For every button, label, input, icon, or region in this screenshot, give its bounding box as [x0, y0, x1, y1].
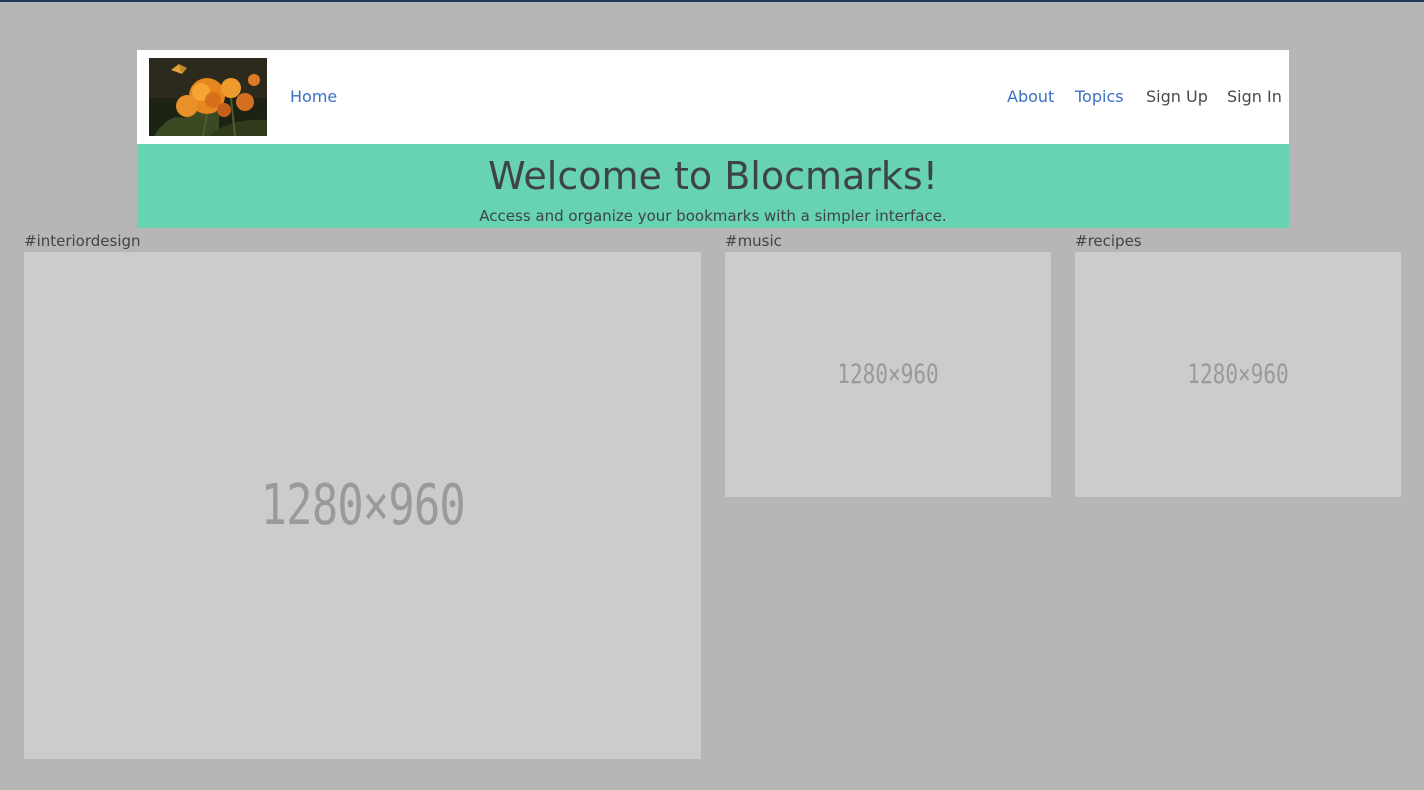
topic-title[interactable]: #recipes — [1075, 230, 1401, 252]
topic-card-music: #music 1280×960 — [725, 230, 1051, 497]
topic-thumbnail[interactable]: 1280×960 — [1075, 252, 1401, 497]
topic-thumbnail[interactable]: 1280×960 — [24, 252, 701, 759]
topic-title[interactable]: #interiordesign — [24, 230, 701, 252]
nav-about-link[interactable]: About — [1007, 86, 1054, 108]
topic-thumbnail[interactable]: 1280×960 — [725, 252, 1051, 497]
nav-topics-link[interactable]: Topics — [1075, 86, 1124, 108]
top-border — [0, 0, 1424, 2]
navbar: Home About Topics Sign Up Sign In — [137, 50, 1289, 144]
thumbnail-placeholder-label: 1280×960 — [1187, 359, 1289, 390]
flower-image-icon — [149, 58, 267, 136]
hero-banner: Welcome to Blocmarks! Access and organiz… — [137, 144, 1289, 228]
logo-image[interactable] — [149, 58, 267, 136]
thumbnail-placeholder-label: 1280×960 — [837, 359, 939, 390]
topic-card-recipes: #recipes 1280×960 — [1075, 230, 1401, 497]
hero-title: Welcome to Blocmarks! — [488, 154, 938, 198]
hero-subtitle: Access and organize your bookmarks with … — [479, 207, 947, 225]
nav-sign-up-link[interactable]: Sign Up — [1146, 86, 1208, 108]
topic-title[interactable]: #music — [725, 230, 1051, 252]
nav-home-link[interactable]: Home — [290, 86, 337, 108]
thumbnail-placeholder-label: 1280×960 — [260, 473, 465, 538]
topic-card-interiordesign: #interiordesign 1280×960 — [24, 230, 701, 759]
nav-sign-in-link[interactable]: Sign In — [1227, 86, 1282, 108]
